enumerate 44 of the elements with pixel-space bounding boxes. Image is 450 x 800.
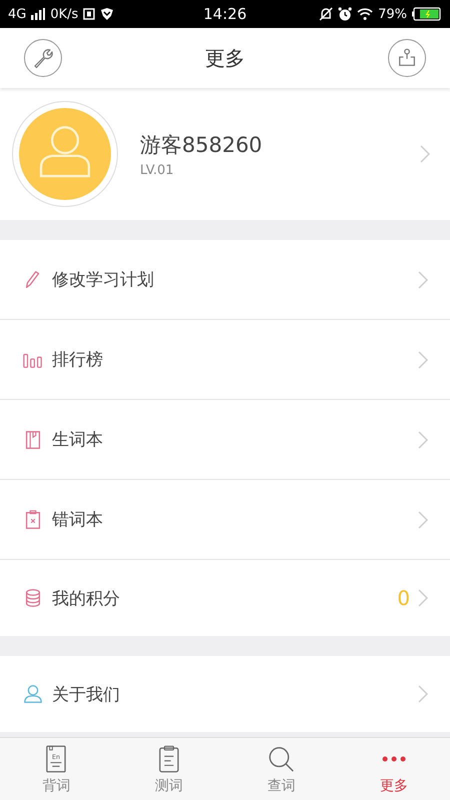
chevron-icon <box>418 270 428 288</box>
menu-item[interactable]: 排行榜 <box>0 320 450 400</box>
menu-item[interactable]: 关于我们 <box>0 656 450 732</box>
menu-label: 排行榜 <box>52 349 104 371</box>
menu-label: 关于我们 <box>52 684 121 706</box>
chevron-icon <box>418 589 428 607</box>
chevron-icon <box>418 430 428 448</box>
points-value: 0 <box>397 586 410 610</box>
menu-label: 生词本 <box>52 429 104 451</box>
user-name: 游客858260 <box>140 132 264 158</box>
shield-icon <box>100 8 114 20</box>
share-button[interactable] <box>388 39 426 77</box>
page-title: 更多 <box>205 44 245 72</box>
alarm-icon <box>338 7 352 21</box>
network-speed: 0K/s <box>50 6 78 22</box>
clipboard-icon <box>158 744 179 772</box>
menu-item[interactable]: 生词本 <box>0 400 450 480</box>
battery-icon <box>412 7 442 21</box>
share-icon <box>396 47 418 69</box>
battery-percent: 79% <box>378 6 407 22</box>
menu-label: 修改学习计划 <box>52 269 155 291</box>
clock: 14:26 <box>203 5 247 23</box>
chevron-icon <box>418 510 428 528</box>
menu-item[interactable]: 错词本 <box>0 480 450 560</box>
search-icon <box>268 746 294 772</box>
profile-row[interactable]: 游客858260 LV.01 <box>0 88 450 220</box>
settings-button[interactable] <box>24 39 62 77</box>
chevron-icon <box>418 685 428 703</box>
menu-item[interactable]: 我的积分 0 <box>0 560 450 636</box>
chevron-icon <box>418 350 428 368</box>
person-icon <box>22 683 44 705</box>
network-label: 4G <box>8 6 26 22</box>
bell-off-icon <box>319 7 334 21</box>
dots-icon <box>382 756 406 762</box>
wifi-icon <box>357 8 374 20</box>
chevron-icon <box>420 145 430 163</box>
menu-item[interactable]: 修改学习计划 <box>0 240 450 320</box>
user-level: LV.01 <box>140 162 175 178</box>
square-icon <box>83 8 96 20</box>
menu-label: 错词本 <box>52 509 104 531</box>
signal-icon <box>31 8 46 20</box>
tab[interactable]: 更多 <box>338 738 450 800</box>
menu-label: 我的积分 <box>52 588 121 610</box>
avatar-icon <box>19 108 111 200</box>
